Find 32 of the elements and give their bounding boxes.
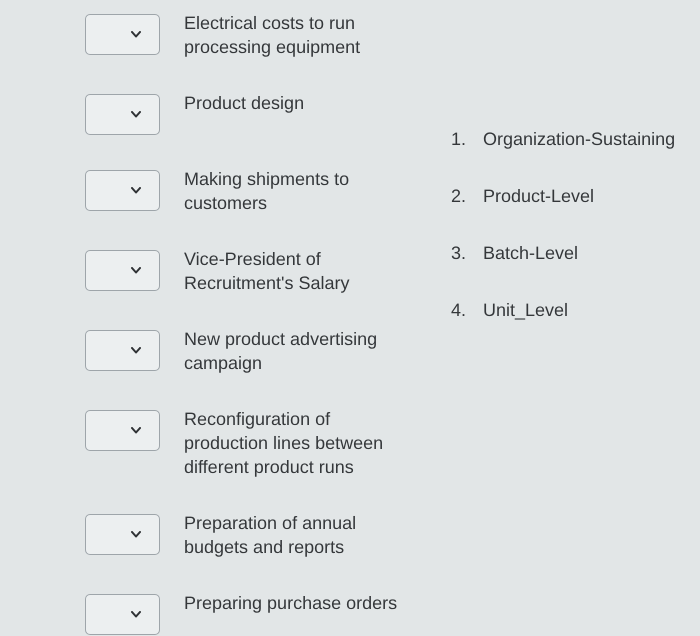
- list-number: 3.: [451, 242, 468, 265]
- caret-icon: [131, 187, 141, 194]
- item-description: Vice-President of Recruitment's Salary: [184, 248, 350, 295]
- item-description: New product advertising campaign: [184, 328, 378, 375]
- item-description: Preparing purchase orders: [184, 592, 398, 615]
- category-label: Unit_Level: [483, 299, 568, 322]
- dropdown[interactable]: [85, 250, 160, 291]
- category-label: Product-Level: [483, 185, 594, 208]
- dropdown[interactable]: [85, 410, 160, 451]
- caret-icon: [131, 267, 141, 274]
- caret-icon: [131, 31, 141, 38]
- caret-icon: [131, 427, 141, 434]
- caret-icon: [131, 111, 141, 118]
- dropdown[interactable]: [85, 94, 160, 135]
- dropdown[interactable]: [85, 594, 160, 635]
- list-number: 1.: [451, 128, 468, 151]
- item-description: Reconfiguration of production lines between different product runs: [184, 408, 384, 479]
- item-description: Electrical costs to run processing equipment: [184, 12, 362, 59]
- dropdown[interactable]: [85, 170, 160, 211]
- list-number: 4.: [451, 299, 468, 322]
- category-label: Organization-Sustaining: [483, 128, 676, 151]
- caret-icon: [131, 611, 141, 618]
- dropdown[interactable]: [85, 14, 160, 55]
- dropdown[interactable]: [85, 330, 160, 371]
- dropdown[interactable]: [85, 514, 160, 555]
- item-description: Product design: [184, 92, 306, 115]
- caret-icon: [131, 347, 141, 354]
- list-number: 2.: [451, 185, 468, 208]
- caret-icon: [131, 531, 141, 538]
- item-description: Preparation of annual budgets and reports: [184, 512, 358, 559]
- item-description: Making shipments to customers: [184, 168, 350, 215]
- category-label: Batch-Level: [483, 242, 578, 265]
